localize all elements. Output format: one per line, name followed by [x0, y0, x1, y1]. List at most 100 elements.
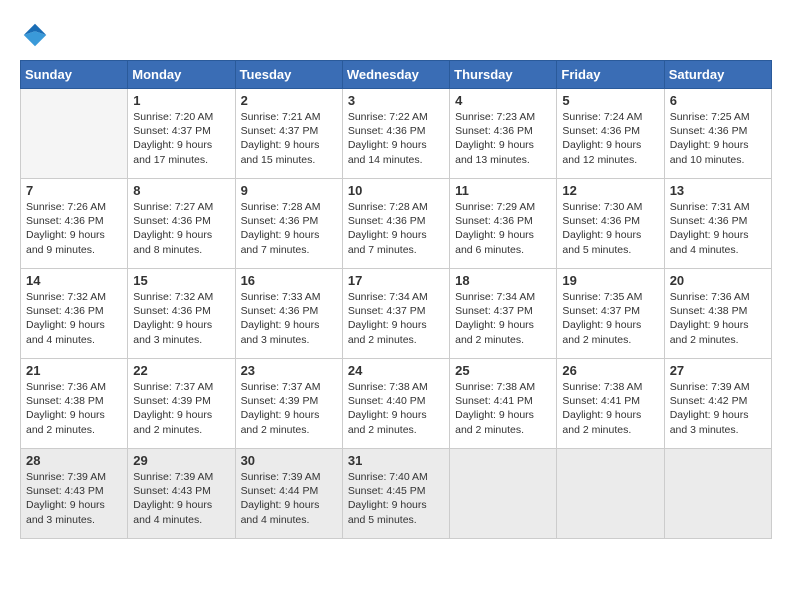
calendar-cell: 23 Sunrise: 7:37 AM Sunset: 4:39 PM Dayli… — [235, 359, 342, 449]
day-header-saturday: Saturday — [664, 61, 771, 89]
logo-icon — [20, 20, 50, 50]
day-info: Sunrise: 7:39 AM Sunset: 4:42 PM Dayligh… — [670, 380, 766, 437]
calendar-cell — [557, 449, 664, 539]
day-info: Sunrise: 7:34 AM Sunset: 4:37 PM Dayligh… — [455, 290, 551, 347]
day-info: Sunrise: 7:39 AM Sunset: 4:43 PM Dayligh… — [26, 470, 122, 527]
day-number: 17 — [348, 273, 444, 288]
day-number: 14 — [26, 273, 122, 288]
calendar-cell: 4 Sunrise: 7:23 AM Sunset: 4:36 PM Daylig… — [450, 89, 557, 179]
calendar-week-row: 21 Sunrise: 7:36 AM Sunset: 4:38 PM Dayli… — [21, 359, 772, 449]
day-info: Sunrise: 7:30 AM Sunset: 4:36 PM Dayligh… — [562, 200, 658, 257]
day-number: 8 — [133, 183, 229, 198]
day-number: 6 — [670, 93, 766, 108]
day-number: 31 — [348, 453, 444, 468]
day-number: 5 — [562, 93, 658, 108]
calendar-cell: 12 Sunrise: 7:30 AM Sunset: 4:36 PM Dayli… — [557, 179, 664, 269]
day-info: Sunrise: 7:35 AM Sunset: 4:37 PM Dayligh… — [562, 290, 658, 347]
day-info: Sunrise: 7:28 AM Sunset: 4:36 PM Dayligh… — [348, 200, 444, 257]
day-info: Sunrise: 7:29 AM Sunset: 4:36 PM Dayligh… — [455, 200, 551, 257]
day-info: Sunrise: 7:36 AM Sunset: 4:38 PM Dayligh… — [670, 290, 766, 347]
calendar-cell: 5 Sunrise: 7:24 AM Sunset: 4:36 PM Daylig… — [557, 89, 664, 179]
calendar-cell: 1 Sunrise: 7:20 AM Sunset: 4:37 PM Daylig… — [128, 89, 235, 179]
day-info: Sunrise: 7:22 AM Sunset: 4:36 PM Dayligh… — [348, 110, 444, 167]
calendar-week-row: 1 Sunrise: 7:20 AM Sunset: 4:37 PM Daylig… — [21, 89, 772, 179]
calendar-cell: 11 Sunrise: 7:29 AM Sunset: 4:36 PM Dayli… — [450, 179, 557, 269]
calendar-cell: 7 Sunrise: 7:26 AM Sunset: 4:36 PM Daylig… — [21, 179, 128, 269]
calendar-cell: 31 Sunrise: 7:40 AM Sunset: 4:45 PM Dayli… — [342, 449, 449, 539]
day-number: 9 — [241, 183, 337, 198]
day-info: Sunrise: 7:24 AM Sunset: 4:36 PM Dayligh… — [562, 110, 658, 167]
day-number: 1 — [133, 93, 229, 108]
day-info: Sunrise: 7:21 AM Sunset: 4:37 PM Dayligh… — [241, 110, 337, 167]
day-number: 11 — [455, 183, 551, 198]
calendar-cell: 26 Sunrise: 7:38 AM Sunset: 4:41 PM Dayli… — [557, 359, 664, 449]
day-number: 23 — [241, 363, 337, 378]
day-number: 27 — [670, 363, 766, 378]
day-info: Sunrise: 7:20 AM Sunset: 4:37 PM Dayligh… — [133, 110, 229, 167]
page-header — [20, 20, 772, 50]
calendar-cell: 25 Sunrise: 7:38 AM Sunset: 4:41 PM Dayli… — [450, 359, 557, 449]
calendar-cell: 29 Sunrise: 7:39 AM Sunset: 4:43 PM Dayli… — [128, 449, 235, 539]
day-number: 21 — [26, 363, 122, 378]
day-header-thursday: Thursday — [450, 61, 557, 89]
calendar-cell: 27 Sunrise: 7:39 AM Sunset: 4:42 PM Dayli… — [664, 359, 771, 449]
day-number: 16 — [241, 273, 337, 288]
day-info: Sunrise: 7:37 AM Sunset: 4:39 PM Dayligh… — [133, 380, 229, 437]
calendar-cell: 16Sunrise: 7:33 AM Sunset: 4:36 PM Dayli… — [235, 269, 342, 359]
day-info: Sunrise: 7:38 AM Sunset: 4:40 PM Dayligh… — [348, 380, 444, 437]
day-header-friday: Friday — [557, 61, 664, 89]
day-info: Sunrise: 7:37 AM Sunset: 4:39 PM Dayligh… — [241, 380, 337, 437]
calendar-cell: 13 Sunrise: 7:31 AM Sunset: 4:36 PM Dayli… — [664, 179, 771, 269]
day-number: 26 — [562, 363, 658, 378]
day-info: Sunrise: 7:40 AM Sunset: 4:45 PM Dayligh… — [348, 470, 444, 527]
day-number: 20 — [670, 273, 766, 288]
calendar-cell: 2 Sunrise: 7:21 AM Sunset: 4:37 PM Daylig… — [235, 89, 342, 179]
calendar-cell — [450, 449, 557, 539]
calendar-cell: 20 Sunrise: 7:36 AM Sunset: 4:38 PM Dayli… — [664, 269, 771, 359]
calendar-cell: 30 Sunrise: 7:39 AM Sunset: 4:44 PM Dayli… — [235, 449, 342, 539]
day-header-monday: Monday — [128, 61, 235, 89]
day-number: 2 — [241, 93, 337, 108]
day-number: 24 — [348, 363, 444, 378]
day-number: 13 — [670, 183, 766, 198]
day-info: Sunrise: 7:28 AM Sunset: 4:36 PM Dayligh… — [241, 200, 337, 257]
calendar-cell: 28Sunrise: 7:39 AM Sunset: 4:43 PM Dayli… — [21, 449, 128, 539]
day-number: 25 — [455, 363, 551, 378]
day-info: Sunrise: 7:27 AM Sunset: 4:36 PM Dayligh… — [133, 200, 229, 257]
calendar-cell: 21 Sunrise: 7:36 AM Sunset: 4:38 PM Dayli… — [21, 359, 128, 449]
day-number: 3 — [348, 93, 444, 108]
day-info: Sunrise: 7:36 AM Sunset: 4:38 PM Dayligh… — [26, 380, 122, 437]
day-number: 29 — [133, 453, 229, 468]
day-number: 12 — [562, 183, 658, 198]
day-header-tuesday: Tuesday — [235, 61, 342, 89]
calendar-cell: 10 Sunrise: 7:28 AM Sunset: 4:36 PM Dayli… — [342, 179, 449, 269]
day-number: 15 — [133, 273, 229, 288]
day-number: 10 — [348, 183, 444, 198]
day-number: 18 — [455, 273, 551, 288]
day-number: 7 — [26, 183, 122, 198]
day-info: Sunrise: 7:23 AM Sunset: 4:36 PM Dayligh… — [455, 110, 551, 167]
calendar-cell — [664, 449, 771, 539]
day-info: Sunrise: 7:39 AM Sunset: 4:44 PM Dayligh… — [241, 470, 337, 527]
day-info: Sunrise: 7:39 AM Sunset: 4:43 PM Dayligh… — [133, 470, 229, 527]
calendar-week-row: 7 Sunrise: 7:26 AM Sunset: 4:36 PM Daylig… — [21, 179, 772, 269]
day-header-sunday: Sunday — [21, 61, 128, 89]
day-info: Sunrise: 7:34 AM Sunset: 4:37 PM Dayligh… — [348, 290, 444, 347]
calendar-week-row: 28Sunrise: 7:39 AM Sunset: 4:43 PM Dayli… — [21, 449, 772, 539]
calendar-cell: 9 Sunrise: 7:28 AM Sunset: 4:36 PM Daylig… — [235, 179, 342, 269]
day-info: Sunrise: 7:38 AM Sunset: 4:41 PM Dayligh… — [562, 380, 658, 437]
calendar-cell: 24 Sunrise: 7:38 AM Sunset: 4:40 PM Dayli… — [342, 359, 449, 449]
calendar-cell: 22Sunrise: 7:37 AM Sunset: 4:39 PM Dayli… — [128, 359, 235, 449]
day-number: 30 — [241, 453, 337, 468]
calendar-table: SundayMondayTuesdayWednesdayThursdayFrid… — [20, 60, 772, 539]
day-number: 4 — [455, 93, 551, 108]
day-info: Sunrise: 7:31 AM Sunset: 4:36 PM Dayligh… — [670, 200, 766, 257]
calendar-cell — [21, 89, 128, 179]
calendar-cell: 17 Sunrise: 7:34 AM Sunset: 4:37 PM Dayli… — [342, 269, 449, 359]
day-info: Sunrise: 7:26 AM Sunset: 4:36 PM Dayligh… — [26, 200, 122, 257]
day-info: Sunrise: 7:25 AM Sunset: 4:36 PM Dayligh… — [670, 110, 766, 167]
calendar-week-row: 14 Sunrise: 7:32 AM Sunset: 4:36 PM Dayli… — [21, 269, 772, 359]
day-number: 19 — [562, 273, 658, 288]
day-info: Sunrise: 7:32 AM Sunset: 4:36 PM Dayligh… — [26, 290, 122, 347]
day-info: Sunrise: 7:38 AM Sunset: 4:41 PM Dayligh… — [455, 380, 551, 437]
